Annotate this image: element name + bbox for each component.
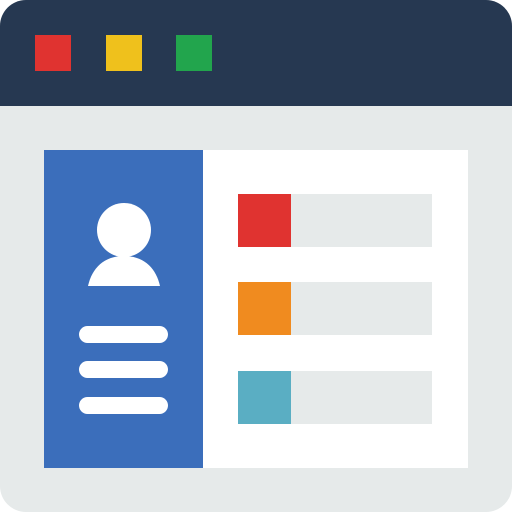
window-titlebar <box>0 0 512 106</box>
user-avatar-icon[interactable] <box>88 202 160 286</box>
close-button[interactable] <box>35 35 71 71</box>
content-area <box>44 150 468 468</box>
list-item[interactable] <box>238 282 432 335</box>
list-item-color-swatch <box>238 194 291 247</box>
list-item[interactable] <box>238 194 432 247</box>
profile-detail-line <box>79 397 168 414</box>
maximize-button[interactable] <box>176 35 212 71</box>
minimize-button[interactable] <box>106 35 142 71</box>
list-item-color-swatch <box>238 371 291 424</box>
list-item[interactable] <box>238 371 432 424</box>
browser-window <box>0 0 512 512</box>
list-item-color-swatch <box>238 282 291 335</box>
profile-detail-line <box>79 326 168 343</box>
profile-panel <box>44 150 203 468</box>
profile-detail-line <box>79 361 168 378</box>
